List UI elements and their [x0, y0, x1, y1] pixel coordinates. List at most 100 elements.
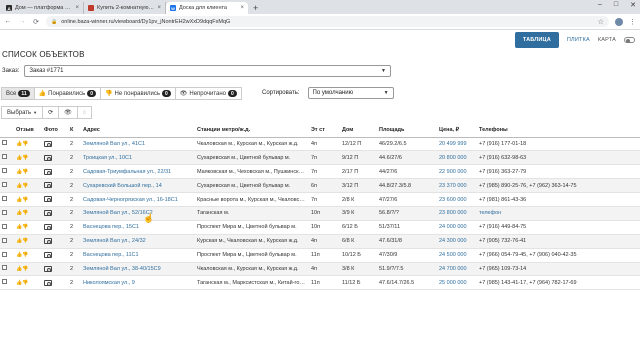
- camera-icon[interactable]: [44, 237, 52, 244]
- price-link[interactable]: 23 800 000: [437, 206, 477, 221]
- camera-icon[interactable]: [44, 279, 52, 286]
- close-tab-icon[interactable]: ×: [157, 5, 161, 11]
- select-dropdown-button[interactable]: Выбрать ▼: [1, 106, 44, 119]
- thumbs-rating-icon[interactable]: 👍👎: [16, 197, 28, 203]
- minimize-button[interactable]: –: [598, 1, 602, 9]
- browser-menu-icon[interactable]: ⋮: [629, 18, 636, 26]
- filter-liked-button[interactable]: 👍 Понравились 0: [33, 87, 102, 100]
- header-area[interactable]: Площадь: [377, 124, 437, 138]
- thumbs-rating-icon[interactable]: 👍👎: [16, 155, 28, 161]
- row-checkbox[interactable]: [2, 237, 7, 243]
- thumbs-rating-icon[interactable]: 👍👎: [16, 266, 28, 272]
- bookmark-star-icon[interactable]: ☆: [598, 18, 604, 26]
- thumbs-rating-icon[interactable]: 👍👎: [16, 224, 28, 230]
- price-link[interactable]: 24 300 000: [437, 234, 477, 249]
- filter-all-button[interactable]: Все 11: [1, 87, 35, 100]
- refresh-button[interactable]: ⟳: [42, 106, 60, 119]
- table-row[interactable]: 👍👎 2 Земляной Вал ул., 52/16С2 Таганская м.…: [0, 206, 640, 221]
- camera-icon[interactable]: [44, 182, 52, 189]
- camera-icon[interactable]: [44, 168, 52, 175]
- tile-view-link[interactable]: ПЛИТКА: [567, 37, 590, 43]
- table-row[interactable]: 👍👎 2 Николоямская ул., 9 Таганская м., Марк…: [0, 275, 640, 291]
- price-link[interactable]: 22 900 000: [437, 164, 477, 180]
- row-checkbox[interactable]: [2, 168, 7, 174]
- row-checkbox[interactable]: [2, 265, 7, 271]
- row-checkbox[interactable]: [2, 251, 7, 257]
- price-link[interactable]: 23 600 000: [437, 192, 477, 207]
- address-link[interactable]: Васнецова пер., 15С1: [81, 220, 195, 235]
- camera-icon[interactable]: [44, 224, 52, 231]
- address-link[interactable]: Николоямская ул., 9: [81, 275, 195, 291]
- table-row[interactable]: 👍👎 2 Земляной Вал ул., 41С1 Чкаловская м., …: [0, 137, 640, 152]
- header-metro[interactable]: Станции метро/ж.д.: [195, 124, 309, 138]
- row-checkbox[interactable]: [2, 196, 7, 201]
- address-link[interactable]: Земляной Вал ул., 52/16С2: [81, 206, 195, 221]
- header-price[interactable]: Цена, ₽: [437, 124, 477, 138]
- table-row[interactable]: 👍👎 2 Васнецова пер., 11С1 Проспект Мира м.,…: [0, 248, 640, 263]
- camera-icon[interactable]: [44, 251, 52, 258]
- table-row[interactable]: 👍👎 2 Садовая-Триумфальная ул., 22/31 Маяков…: [0, 164, 640, 180]
- header-address[interactable]: Адрес: [81, 124, 195, 138]
- table-row[interactable]: 👍👎 2 Сухаревский Большой пер., 14 Сухаревск…: [0, 178, 640, 194]
- price-link[interactable]: 24 500 000: [437, 248, 477, 263]
- price-link[interactable]: 24 000 000: [437, 220, 477, 235]
- thumbs-rating-icon[interactable]: 👍👎: [16, 183, 28, 189]
- map-toggle[interactable]: [624, 37, 635, 43]
- header-rooms[interactable]: К: [68, 124, 81, 138]
- row-checkbox[interactable]: [2, 279, 7, 285]
- row-checkbox[interactable]: [2, 154, 7, 160]
- profile-avatar[interactable]: [615, 17, 623, 26]
- new-tab-button[interactable]: +: [248, 2, 263, 14]
- close-window-button[interactable]: ✕: [630, 1, 636, 9]
- row-checkbox[interactable]: [2, 209, 7, 215]
- header-photo[interactable]: Фото: [42, 124, 68, 138]
- thumbs-rating-icon[interactable]: 👍👎: [16, 169, 28, 175]
- price-link[interactable]: 25 000 000: [437, 275, 477, 291]
- back-arrow-icon[interactable]: ←: [4, 18, 12, 25]
- price-link[interactable]: 24 700 000: [437, 262, 477, 277]
- header-house[interactable]: Дом: [340, 124, 377, 138]
- table-row[interactable]: 👍👎 2 Земляной Вал ул., 38-40/15С9 Чкаловска…: [0, 262, 640, 277]
- thumbs-rating-icon[interactable]: 👍👎: [16, 141, 28, 147]
- mark-read-button[interactable]: 👁: [58, 106, 78, 119]
- address-link[interactable]: Троицкая ул., 10С1: [81, 150, 195, 166]
- table-row[interactable]: 👍👎 2 Садовая-Черногрязская ул., 16-18С1 Кра…: [0, 192, 640, 207]
- price-link[interactable]: 23 370 000: [437, 178, 477, 194]
- address-link[interactable]: Земляной Вал ул., 24/32: [81, 234, 195, 249]
- camera-icon[interactable]: [44, 140, 52, 147]
- address-link[interactable]: Сухаревский Большой пер., 14: [81, 178, 195, 194]
- close-tab-icon[interactable]: ×: [240, 5, 244, 11]
- close-tab-icon[interactable]: ×: [75, 5, 79, 11]
- address-link[interactable]: Садовая-Триумфальная ул., 22/31: [81, 164, 195, 180]
- table-row[interactable]: 👍👎 2 Троицкая ул., 10С1 Сухаревская м., Цве…: [0, 150, 640, 166]
- header-review[interactable]: Отзыв: [14, 124, 42, 138]
- header-phones[interactable]: Телефоны: [477, 124, 640, 138]
- url-field[interactable]: 🔒 online.baza-winner.ru/viewboard/Dy1pv_…: [46, 16, 609, 27]
- thumbs-rating-icon[interactable]: 👍👎: [16, 252, 28, 258]
- price-link[interactable]: 20 499 999: [437, 137, 477, 152]
- thumbs-rating-icon[interactable]: 👍👎: [16, 210, 28, 216]
- thumbs-rating-icon[interactable]: 👍👎: [16, 280, 28, 286]
- maximize-button[interactable]: □: [614, 1, 618, 9]
- table-row[interactable]: 👍👎 2 Земляной Вал ул., 24/32 Курская м., Чк…: [0, 234, 640, 249]
- order-select[interactable]: Заказ #1771 ▼: [24, 65, 391, 77]
- table-view-button[interactable]: ТАБЛИЦА: [514, 32, 559, 48]
- forward-arrow-icon[interactable]: →: [18, 18, 26, 25]
- header-floor[interactable]: Эт ст: [309, 124, 340, 138]
- camera-icon[interactable]: [44, 154, 52, 161]
- browser-tab[interactable]: ДДом — платформа для просмотра×: [2, 2, 84, 14]
- sort-select[interactable]: По умолчанию ▼: [307, 87, 394, 99]
- camera-icon[interactable]: [44, 210, 52, 217]
- address-link[interactable]: Садовая-Черногрязская ул., 16-18С1: [81, 192, 195, 207]
- filter-disliked-button[interactable]: 👎 Не понравились 0: [100, 87, 176, 100]
- row-checkbox[interactable]: [2, 223, 7, 229]
- row-checkbox[interactable]: [2, 182, 7, 188]
- table-row[interactable]: 👍👎 2 Васнецова пер., 15С1 Проспект Мира м.,…: [0, 220, 640, 235]
- address-link[interactable]: Васнецова пер., 11С1: [81, 248, 195, 263]
- row-checkbox[interactable]: [2, 140, 7, 146]
- thumbs-rating-icon[interactable]: 👍👎: [16, 238, 28, 244]
- browser-tab[interactable]: Купить 2-комнатную квартиру×: [84, 2, 166, 14]
- camera-icon[interactable]: [44, 265, 52, 272]
- browser-tab[interactable]: W Доска для клиента ×: [166, 2, 248, 14]
- address-link[interactable]: Земляной Вал ул., 38-40/15С9: [81, 262, 195, 277]
